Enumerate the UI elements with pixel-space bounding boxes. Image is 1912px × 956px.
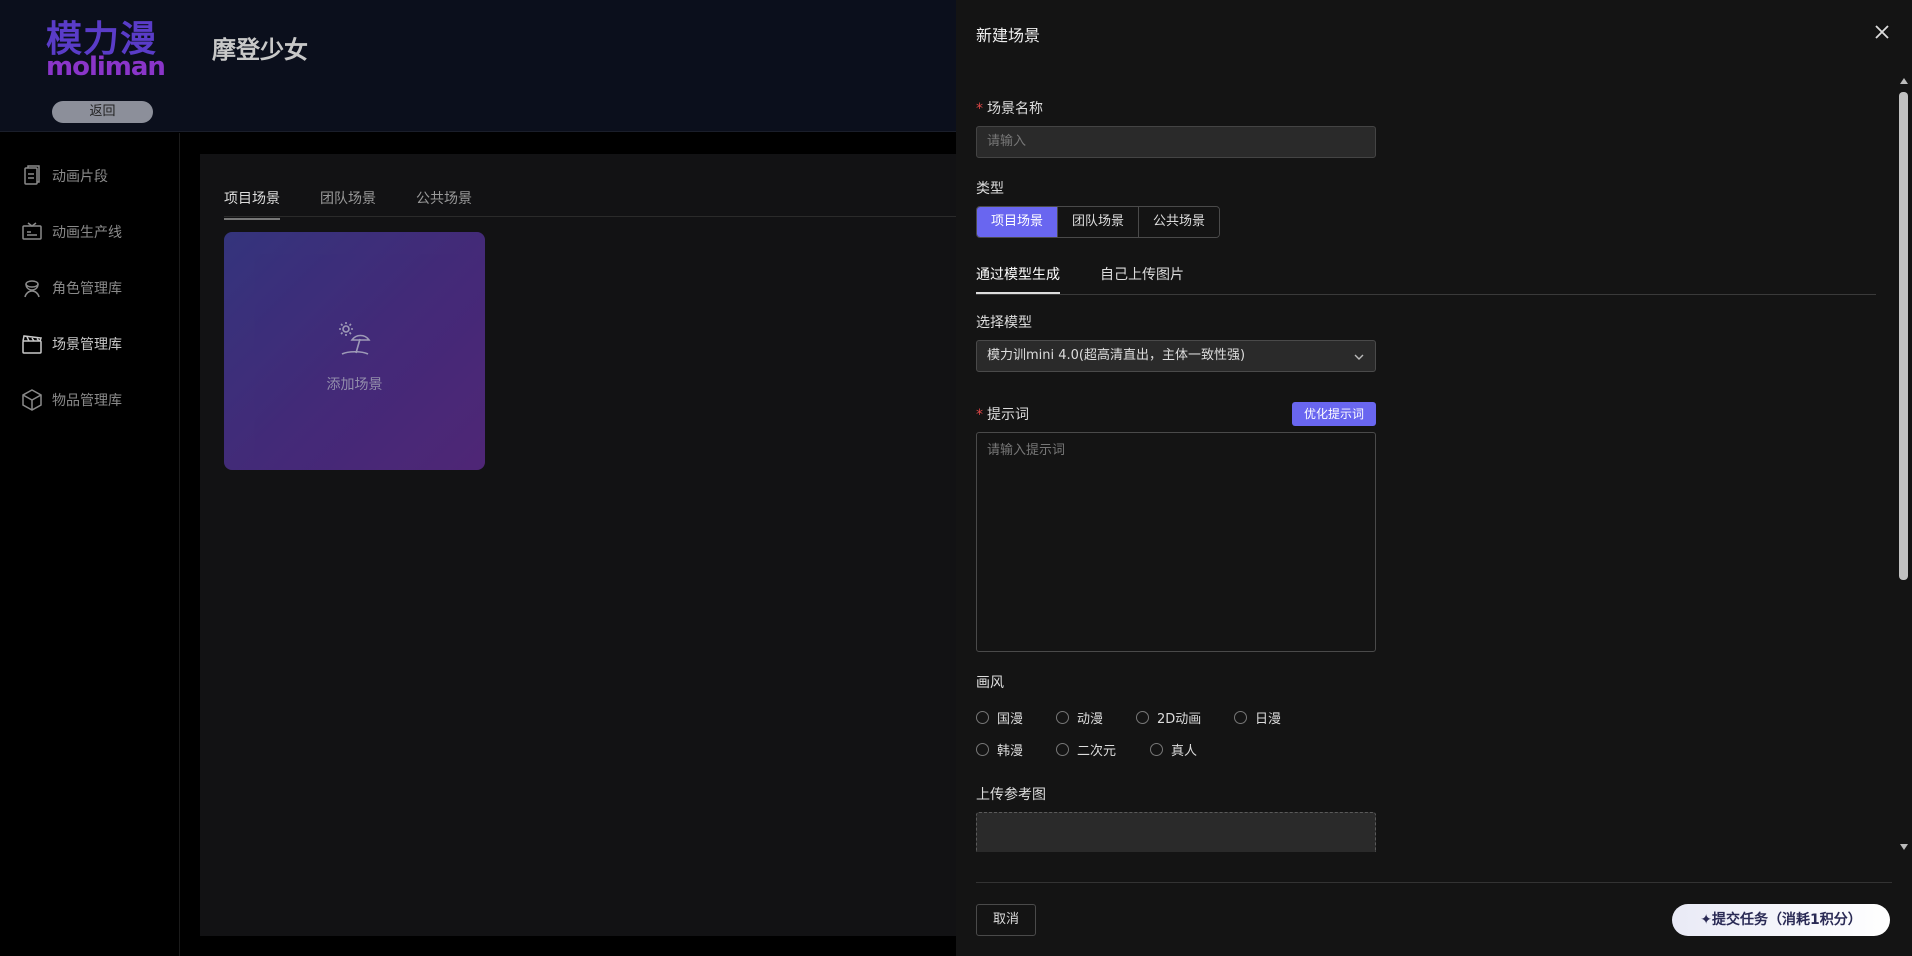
style-radio-hanman[interactable]: 韩漫 — [976, 740, 1023, 759]
scene-name-label: * 场景名称 — [976, 101, 1043, 117]
prompt-label: * 提示词 — [976, 407, 1029, 423]
type-option-public[interactable]: 公共场景 — [1139, 207, 1220, 237]
scroll-thumb[interactable] — [1899, 92, 1908, 580]
model-select[interactable]: 模力训mini 4.0(超高清直出，主体一致性强) — [976, 340, 1376, 372]
scrollbar[interactable] — [1898, 78, 1910, 850]
upload-label: 上传参考图 — [976, 787, 1046, 803]
radio-circle — [1234, 711, 1247, 724]
chevron-down-icon — [1354, 354, 1364, 360]
radio-circle — [1056, 743, 1069, 756]
sidebar-item-label: 动画片段 — [52, 169, 108, 185]
box-icon — [22, 389, 42, 411]
character-icon — [24, 280, 40, 298]
gen-tab-divider — [976, 294, 1876, 295]
sidebar-item-clips[interactable]: 动画片段 — [20, 161, 108, 191]
cancel-button[interactable]: 取消 — [976, 904, 1036, 936]
radio-circle — [976, 711, 989, 724]
style-radio-guoman[interactable]: 国漫 — [976, 708, 1023, 727]
new-scene-drawer: 新建场景 * 场景名称 请输入 类型 项目场景 团队场景 公共场景 通过模型生成 … — [956, 0, 1912, 956]
beach-umbrella-icon — [339, 322, 371, 355]
add-scene-card[interactable]: 添加场景 — [224, 232, 485, 470]
prompt-textarea[interactable]: 请输入提示词 — [976, 432, 1376, 652]
logo: 模力漫 moliman — [44, 10, 166, 82]
style-radio-ciyuan[interactable]: 二次元 — [1056, 740, 1116, 759]
type-label: 类型 — [976, 181, 1004, 197]
scene-name-input[interactable]: 请输入 — [976, 126, 1376, 158]
radio-circle — [976, 743, 989, 756]
style-radio-riman[interactable]: 日漫 — [1234, 708, 1281, 727]
sidebar-item-characters[interactable]: 角色管理库 — [20, 273, 122, 303]
radio-circle — [1136, 711, 1149, 724]
tab-model-generate[interactable]: 通过模型生成 — [976, 264, 1060, 294]
sidebar-item-items[interactable]: 物品管理库 — [20, 385, 122, 415]
sidebar-item-label: 物品管理库 — [52, 393, 122, 409]
file-icon — [24, 165, 40, 185]
type-selector: 项目场景 团队场景 公共场景 — [976, 206, 1221, 238]
scroll-up-arrow-icon[interactable] — [1900, 78, 1908, 84]
type-option-team[interactable]: 团队场景 — [1058, 207, 1140, 237]
upload-reference-area[interactable] — [976, 812, 1376, 852]
sidebar: 动画片段 动画生产线 角色管理库 场景管理库 物品管理库 — [0, 133, 180, 956]
sidebar-item-pipeline[interactable]: 动画生产线 — [20, 217, 122, 247]
model-label: 选择模型 — [976, 315, 1032, 331]
type-option-project[interactable]: 项目场景 — [977, 207, 1059, 237]
project-title: 摩登少女 — [212, 36, 308, 64]
style-label: 画风 — [976, 675, 1004, 691]
scroll-down-arrow-icon[interactable] — [1900, 844, 1908, 850]
sidebar-item-label: 动画生产线 — [52, 225, 122, 241]
submit-task-button[interactable]: ✦提交任务（消耗1积分） — [1672, 904, 1890, 936]
back-button[interactable]: 返回 — [52, 101, 153, 123]
sidebar-item-label: 角色管理库 — [52, 281, 122, 297]
sidebar-item-scenes[interactable]: 场景管理库 — [20, 329, 122, 359]
generation-tabs: 通过模型生成 自己上传图片 — [976, 264, 1184, 294]
style-radio-2d[interactable]: 2D动画 — [1136, 708, 1201, 727]
style-radio-real[interactable]: 真人 — [1150, 740, 1197, 759]
logo-en: moliman — [46, 52, 166, 82]
drawer-title: 新建场景 — [976, 26, 1041, 45]
radio-circle — [1056, 711, 1069, 724]
sidebar-item-label: 场景管理库 — [52, 337, 122, 353]
close-icon[interactable] — [1872, 22, 1892, 42]
add-scene-label: 添加场景 — [326, 377, 383, 393]
model-select-value: 模力训mini 4.0(超高清直出，主体一致性强) — [987, 348, 1246, 363]
clapperboard-icon — [22, 335, 43, 354]
tv-icon — [22, 222, 42, 240]
tab-upload-image[interactable]: 自己上传图片 — [1100, 264, 1184, 294]
footer-divider — [976, 882, 1892, 883]
optimize-prompt-button[interactable]: 优化提示词 — [1292, 402, 1376, 426]
radio-circle — [1150, 743, 1163, 756]
style-radio-dongman[interactable]: 动漫 — [1056, 708, 1103, 727]
